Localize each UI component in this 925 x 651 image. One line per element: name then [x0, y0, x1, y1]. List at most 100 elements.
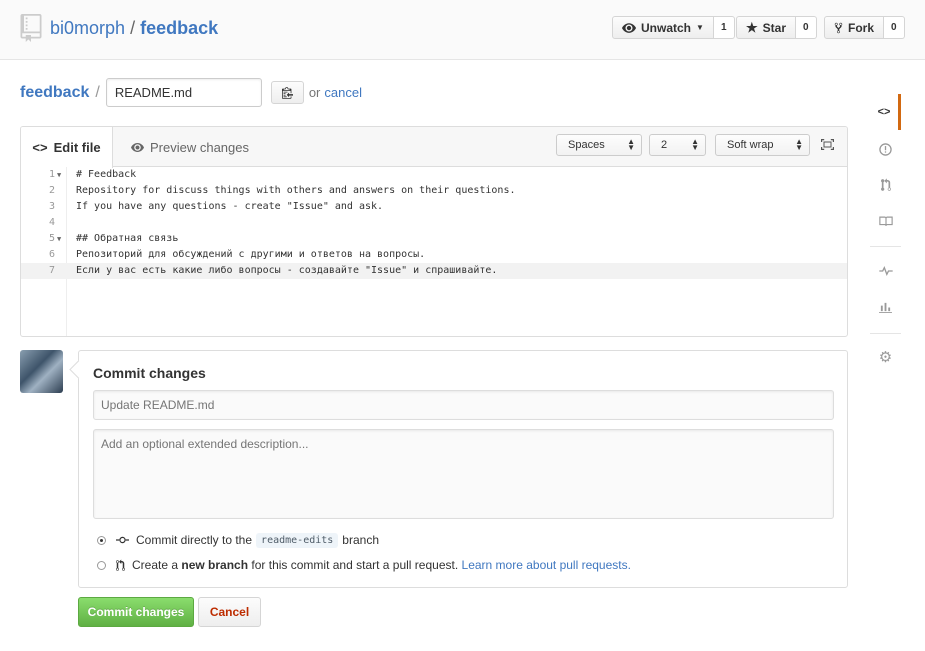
wrap-mode-value: Soft wrap [727, 139, 774, 151]
tab-edit-file[interactable]: <> Edit file [21, 127, 113, 168]
tab-preview-changes[interactable]: Preview changes [131, 127, 249, 167]
line-text: Repository for discuss things with other… [76, 185, 516, 196]
file-editor: <> Edit file Preview changes Spaces ▲ ▼ 2… [20, 126, 848, 337]
issues-icon [879, 142, 892, 156]
line-number: 3 [48, 201, 55, 212]
line-text: ## Обратная связь [76, 233, 179, 244]
caret-down-icon: ▼ [696, 23, 704, 32]
repo-title: bi0morph / feedback [50, 16, 218, 40]
commit-direct-option[interactable]: Commit directly to the readme-edits bran… [97, 531, 379, 549]
code-line[interactable]: 4 [21, 215, 847, 231]
branch-name: readme-edits [256, 532, 339, 548]
code-line[interactable]: 3 If you have any questions - create "Iss… [21, 199, 847, 215]
commit-direct-suffix: branch [342, 533, 379, 547]
unwatch-button[interactable]: Unwatch ▼ [612, 16, 714, 39]
star-button[interactable]: ★ Star [736, 16, 796, 39]
line-text: Репозиторий для обсуждений с другими и о… [76, 249, 426, 260]
code-line[interactable]: 2 Repository for discuss things with othe… [21, 183, 847, 199]
wiki-icon [878, 216, 893, 226]
watch-group: Unwatch ▼ 1 [612, 16, 735, 39]
indent-mode-select[interactable]: Spaces ▲ ▼ [556, 134, 642, 156]
breadcrumb: feedback / or cancel [20, 78, 362, 107]
line-text: Если у вас есть какие либо вопросы - соз… [76, 265, 498, 276]
select-arrows-icon: ▲ ▼ [795, 137, 803, 152]
star-group: ★ Star 0 [736, 16, 817, 39]
line-number: 5 [48, 233, 55, 244]
cancel-button[interactable]: Cancel [198, 597, 261, 627]
line-number: 6 [48, 249, 55, 260]
fork-group: Fork 0 [824, 16, 905, 39]
fork-count[interactable]: 0 [884, 16, 905, 39]
breadcrumb-repo-link[interactable]: feedback [20, 84, 89, 102]
repo-icon [20, 14, 42, 42]
nav-settings[interactable]: ⚙ [870, 339, 901, 375]
cancel-link[interactable]: cancel [324, 85, 362, 100]
fork-button[interactable]: Fork [824, 16, 885, 39]
code-line[interactable]: 6 Репозиторий для обсуждений с другими и … [21, 247, 847, 263]
select-arrows-icon: ▲ ▼ [627, 137, 635, 152]
new-branch-bold: new branch [181, 558, 249, 572]
star-count[interactable]: 0 [796, 16, 817, 39]
commit-summary-input[interactable] [93, 390, 834, 420]
repo-link[interactable]: feedback [140, 18, 218, 38]
graphs-icon [879, 302, 892, 313]
pull-request-icon [116, 559, 125, 572]
pull-request-icon [880, 178, 891, 191]
fold-toggle-icon[interactable]: ▼ [57, 167, 61, 183]
commit-new-branch-option[interactable]: Create a new branch for this commit and … [97, 556, 631, 574]
commit-changes-button[interactable]: Commit changes [78, 597, 194, 627]
eye-icon [622, 22, 636, 33]
fold-toggle-icon[interactable]: ▼ [57, 231, 61, 247]
code-line[interactable]: 7 Если у вас есть какие либо вопросы - со… [21, 263, 847, 279]
nav-pull-requests[interactable] [870, 167, 901, 203]
code-line[interactable]: 5 ▼ ## Обратная связь [21, 231, 847, 247]
star-icon: ★ [746, 19, 758, 35]
fullscreen-icon[interactable] [821, 139, 834, 150]
nav-code[interactable]: <> [870, 94, 901, 130]
eye-icon [131, 142, 144, 152]
commit-new-branch-radio[interactable] [97, 560, 106, 570]
code-line[interactable]: 1 ▼ # Feedback [21, 167, 847, 183]
line-number: 2 [48, 185, 55, 196]
filename-input[interactable] [105, 78, 262, 107]
breadcrumb-separator: / [95, 83, 100, 101]
nav-divider [870, 246, 901, 247]
line-text: # Feedback [76, 169, 137, 180]
pulse-icon [878, 266, 893, 276]
repo-header: bi0morph / feedback Unwatch ▼ 1 ★ Star 0… [0, 0, 925, 60]
nav-pulse[interactable] [870, 253, 901, 289]
tab-preview-label: Preview changes [150, 139, 249, 155]
learn-more-link[interactable]: Learn more about pull requests. [462, 558, 631, 572]
code-area[interactable]: 1 ▼ # Feedback 2 Repository for discuss thin… [21, 167, 847, 336]
settings-icon: ⚙ [878, 349, 893, 366]
commit-description-input[interactable] [93, 429, 834, 519]
watch-count[interactable]: 1 [713, 16, 735, 39]
line-text: If you have any questions - create "Issu… [76, 201, 384, 212]
clippy-icon [281, 87, 293, 99]
commit-icon [116, 536, 129, 544]
indent-size-value: 2 [661, 139, 668, 151]
line-number: 7 [48, 265, 55, 276]
commit-direct-prefix: Commit directly to the [136, 533, 253, 547]
nav-graphs[interactable] [870, 289, 901, 325]
nav-issues[interactable] [870, 131, 901, 167]
line-number: 1 [48, 169, 55, 180]
commit-form: Commit changes Commit directly to the re… [78, 350, 848, 588]
paste-button[interactable] [270, 81, 304, 104]
title-separator: / [130, 18, 136, 38]
commit-direct-radio[interactable] [97, 535, 106, 545]
unwatch-label: Unwatch [641, 20, 692, 35]
nav-divider [870, 333, 901, 334]
code-icon: <> [32, 140, 48, 155]
nav-wiki[interactable] [870, 203, 901, 239]
new-branch-prefix: Create a [132, 558, 179, 572]
editor-toolbar: <> Edit file Preview changes Spaces ▲ ▼ 2… [21, 127, 847, 168]
wrap-mode-select[interactable]: Soft wrap ▲ ▼ [715, 134, 810, 156]
commit-title: Commit changes [93, 365, 206, 381]
line-number: 4 [48, 217, 55, 228]
star-label: Star [762, 20, 786, 35]
indent-size-select[interactable]: 2 ▲ ▼ [649, 134, 706, 156]
fork-label: Fork [848, 20, 875, 35]
owner-link[interactable]: bi0morph [50, 18, 125, 38]
tab-edit-label: Edit file [53, 140, 101, 155]
